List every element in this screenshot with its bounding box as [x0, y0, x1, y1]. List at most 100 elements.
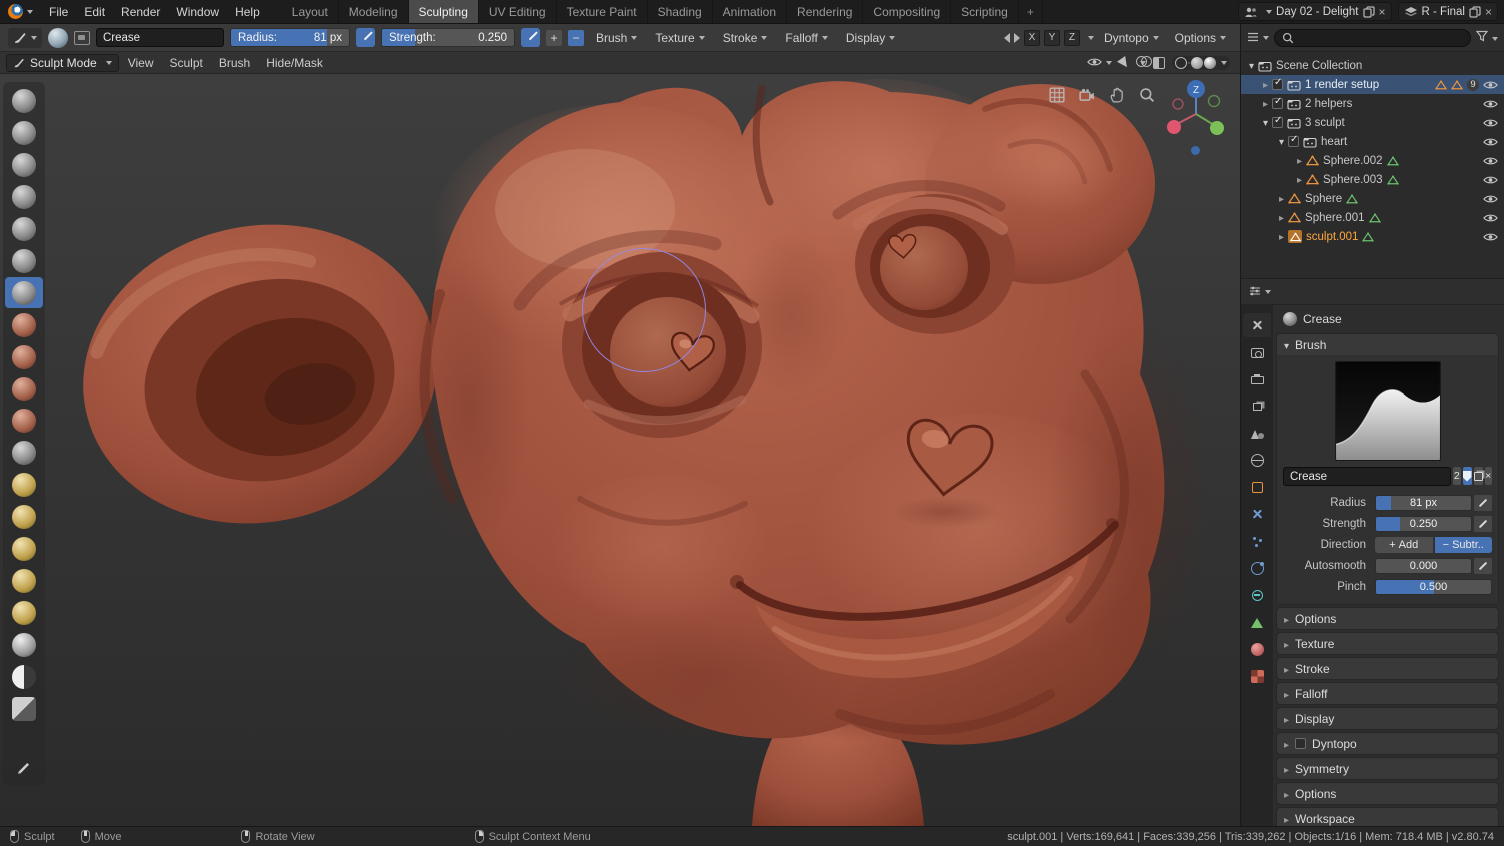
outliner-filter-dropdown[interactable]: [1476, 30, 1498, 45]
direction-subtract-toggle[interactable]: −: [568, 29, 584, 46]
menu-view[interactable]: View: [121, 56, 161, 70]
strength-pressure-toggle[interactable]: [1474, 516, 1492, 532]
outliner-search-input[interactable]: [1274, 28, 1471, 47]
tab-uv-editing[interactable]: UV Editing: [479, 0, 557, 23]
tab-scene[interactable]: [1243, 421, 1271, 445]
eye-icon[interactable]: [1483, 156, 1498, 166]
tab-texture[interactable]: [1243, 664, 1271, 688]
radius-slider[interactable]: Radius: 81 px: [230, 28, 350, 47]
mirror-y-toggle[interactable]: Y: [1043, 29, 1060, 46]
options2-panel-header[interactable]: Options: [1277, 783, 1498, 804]
dyntopo-panel-header[interactable]: Dyntopo: [1277, 733, 1498, 754]
eye-icon[interactable]: [1483, 232, 1498, 242]
tab-constraints[interactable]: [1243, 583, 1271, 607]
xray-toggle-icon[interactable]: [1153, 56, 1165, 69]
expand-icon[interactable]: [1279, 212, 1284, 224]
strength-pressure-toggle[interactable]: [521, 28, 540, 47]
brush-grab-icon[interactable]: [5, 469, 43, 500]
brush-name-field[interactable]: [96, 28, 224, 47]
tab-shading[interactable]: Shading: [648, 0, 713, 23]
camera-view-icon[interactable]: [1076, 84, 1098, 106]
menu-help[interactable]: Help: [227, 0, 268, 23]
brush-flatten-icon[interactable]: [5, 341, 43, 372]
expand-icon[interactable]: [1279, 193, 1284, 205]
dyntopo-checkbox[interactable]: [1295, 738, 1307, 749]
strength-slider[interactable]: Strength: 0.250: [381, 28, 515, 47]
outliner-item-sphere[interactable]: Sphere: [1241, 189, 1504, 208]
eye-icon[interactable]: [1483, 137, 1498, 147]
menu-window[interactable]: Window: [168, 0, 227, 23]
options-menu[interactable]: Options: [1169, 31, 1232, 45]
solid-shading-button[interactable]: [1188, 61, 1190, 64]
tab-object-data[interactable]: [1243, 610, 1271, 634]
brush-clay-icon[interactable]: [5, 117, 43, 148]
menu-brush[interactable]: Brush: [212, 56, 257, 70]
radius-slider[interactable]: 81 px: [1375, 495, 1472, 511]
eye-icon[interactable]: [1483, 80, 1498, 90]
tab-physics[interactable]: [1243, 556, 1271, 580]
tab-modifiers[interactable]: [1243, 502, 1271, 526]
brush-rotate-icon[interactable]: [5, 629, 43, 660]
tab-modeling[interactable]: Modeling: [339, 0, 409, 23]
pan-hand-icon[interactable]: [1106, 84, 1128, 106]
collection-checkbox[interactable]: [1288, 134, 1300, 147]
expand-icon[interactable]: [1263, 117, 1268, 129]
tab-output[interactable]: [1243, 367, 1271, 391]
stroke-panel-header[interactable]: Stroke: [1277, 658, 1498, 679]
expand-icon[interactable]: [1297, 174, 1302, 186]
brush-fill-icon[interactable]: [5, 373, 43, 404]
add-workspace-button[interactable]: +: [1019, 0, 1043, 23]
tab-active-tool[interactable]: [1243, 313, 1271, 337]
close-icon[interactable]: ×: [1485, 6, 1492, 18]
strength-slider[interactable]: 0.250: [1375, 516, 1472, 532]
tab-material[interactable]: [1243, 637, 1271, 661]
brush-nudge-icon[interactable]: [5, 597, 43, 628]
mirror-z-toggle[interactable]: Z: [1063, 29, 1080, 46]
outliner-item-heart[interactable]: heart: [1241, 132, 1504, 151]
tab-texture-paint[interactable]: Texture Paint: [557, 0, 648, 23]
menu-render[interactable]: Render: [113, 0, 168, 23]
outliner-item-sculpt-collection[interactable]: 3 sculpt: [1241, 113, 1504, 132]
visibility-dropdown[interactable]: [1087, 56, 1112, 70]
outliner-item-sphere-001[interactable]: Sphere.001: [1241, 208, 1504, 227]
expand-icon[interactable]: [1297, 155, 1302, 167]
direction-subtract-button[interactable]: − Subtr..: [1434, 537, 1492, 553]
outliner-scene-collection[interactable]: Scene Collection: [1241, 56, 1504, 75]
active-tool-dropdown[interactable]: [8, 27, 42, 48]
menu-edit[interactable]: Edit: [76, 0, 113, 23]
outliner-item-render-setup[interactable]: 1 render setup 9: [1241, 75, 1504, 94]
brush-clay-strips-icon[interactable]: [5, 149, 43, 180]
eye-icon[interactable]: [1483, 175, 1498, 185]
3d-viewport[interactable]: Z: [0, 74, 1240, 826]
wireframe-shading-button[interactable]: [1175, 56, 1187, 69]
brush-thumb-icon[interactable]: [5, 565, 43, 596]
rendered-shading-button[interactable]: [1204, 56, 1216, 69]
brush-inflate-icon[interactable]: [5, 213, 43, 244]
dyntopo-menu[interactable]: Dyntopo: [1098, 31, 1165, 45]
tab-animation[interactable]: Animation: [713, 0, 788, 23]
texture-panel-header[interactable]: Texture: [1277, 633, 1498, 654]
outliner-item-helpers[interactable]: 2 helpers: [1241, 94, 1504, 113]
options-panel-header[interactable]: Options: [1277, 608, 1498, 629]
overlays-dropdown[interactable]: [1136, 56, 1146, 70]
brush-preview-icon[interactable]: [48, 27, 68, 48]
autosmooth-slider[interactable]: 0.000: [1375, 558, 1472, 574]
users-count-button[interactable]: 2: [1453, 467, 1461, 485]
tab-render[interactable]: [1243, 340, 1271, 364]
brush-menu[interactable]: Brush: [590, 31, 643, 45]
zoom-icon[interactable]: [1136, 84, 1158, 106]
texture-menu[interactable]: Texture: [649, 31, 710, 45]
falloff-menu[interactable]: Falloff: [779, 31, 833, 45]
blender-menu-button[interactable]: [0, 0, 41, 23]
tab-sculpting[interactable]: Sculpting: [408, 0, 479, 23]
brush-preview-image[interactable]: [1335, 361, 1441, 461]
outliner-item-sphere-003[interactable]: Sphere.003: [1241, 170, 1504, 189]
editor-type-dropdown[interactable]: [1247, 31, 1269, 45]
expand-icon[interactable]: [1279, 231, 1284, 243]
direction-add-button[interactable]: + Add: [1375, 537, 1433, 553]
camera-dot-icon[interactable]: [1191, 146, 1200, 155]
menu-hide-mask[interactable]: Hide/Mask: [259, 56, 330, 70]
new-scene-icon[interactable]: [1363, 6, 1375, 18]
workspace-panel-header[interactable]: Workspace: [1277, 808, 1498, 826]
stroke-menu[interactable]: Stroke: [717, 31, 774, 45]
